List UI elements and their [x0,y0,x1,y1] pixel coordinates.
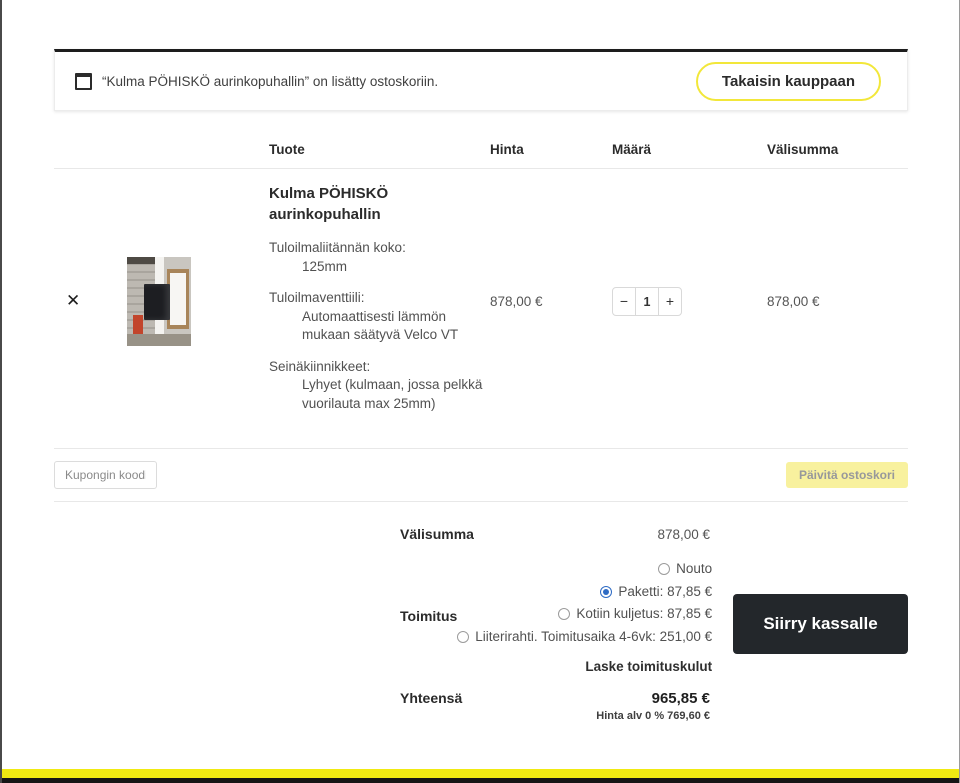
product-attributes: Tuloilmaliitännän koko: 125mm Tuloilmave… [269,239,490,413]
attribute-label: Seinäkiinnikkeet: [269,358,371,374]
quantity-input[interactable] [635,287,659,316]
total-label: Yhteensä [400,690,463,706]
cart-table-header: Tuote Hinta Määrä Välisumma [54,131,908,169]
bottom-yellow-strip [2,769,960,778]
header-subtotal: Välisumma [767,142,839,157]
cart-totals: Välisumma 878,00 € Toimitus Nouto Pakett… [54,502,908,722]
notice-message: “Kulma PÖHISKÖ aurinkopuhallin” on lisät… [102,73,439,89]
shipping-option-liiterirahti[interactable]: Liiterirahti. Toimitusaika 4-6vk: 251,00… [457,626,712,649]
attribute: Tuloilmaliitännän koko: 125mm [269,239,490,276]
radio-icon[interactable] [658,563,671,575]
page-content: “Kulma PÖHISKÖ aurinkopuhallin” on lisät… [54,0,908,722]
update-cart-button[interactable]: Päivitä ostoskori [785,462,908,488]
calculate-shipping-link[interactable]: Laske toimituskulut [457,659,712,674]
subtotal-row: Välisumma 878,00 € [400,526,710,542]
total-value: 965,85 € [651,690,710,707]
coupon-code-input[interactable] [54,461,157,489]
item-price: 878,00 € [490,294,543,309]
radio-icon[interactable] [457,630,470,643]
radio-icon[interactable] [558,608,571,620]
quantity-decrease-button[interactable]: − [612,287,636,316]
attribute-value: 125mm [302,258,348,274]
attribute-label: Tuloilmaventtiili: [269,290,365,305]
shipping-options: Nouto Paketti: 87,85 € Kotiin kuljetus: … [457,558,712,674]
bottom-dark-strip [2,778,960,783]
added-to-cart-notice: “Kulma PÖHISKÖ aurinkopuhallin” on lisät… [54,49,908,111]
attribute-value: Automaattisesti lämmön mukaan säätyvä Ve… [302,308,459,343]
header-product: Tuote [269,142,305,157]
attribute: Seinäkiinnikkeet: Lyhyet (kulmaan, jossa… [269,358,490,414]
item-subtotal: 878,00 € [767,294,820,309]
product-name-link[interactable]: Kulma PÖHISKÖ aurinkopuhallin [269,183,429,225]
checkout-button[interactable]: Siirry kassalle [733,594,908,654]
cart-item-row: ✕ Kulma PÖHISKÖ aurinkopuhallin Tuloilma… [54,169,908,449]
shipping-label: Toimitus [400,608,458,624]
tax-note: Hinta alv 0 % 769,60 € [596,710,710,722]
shipping-option-nouto[interactable]: Nouto [457,558,712,581]
attribute: Tuloilmaventtiili: Automaattisesti lämmö… [269,289,490,345]
radio-icon[interactable] [600,585,613,598]
header-price: Hinta [490,142,524,157]
shipping-option-kotiin-kuljetus[interactable]: Kotiin kuljetus: 87,85 € [457,603,712,626]
quantity-increase-button[interactable]: + [658,287,682,316]
attribute-label: Tuloilmaliitännän koko: [269,240,406,255]
subtotal-value: 878,00 € [657,527,710,542]
product-image[interactable] [127,257,191,346]
remove-item-icon[interactable]: ✕ [54,291,80,310]
shipping-option-paketti[interactable]: Paketti: 87,85 € [457,581,712,604]
cart-page: { "notice": { "message": "“Kulma PÖHISKÖ… [0,0,960,783]
subtotal-label: Välisumma [400,526,474,542]
quantity-stepper: − + [612,287,767,316]
window-icon [75,72,92,90]
attribute-value: Lyhyet (kulmaan, jossa pelkkä vuorilauta… [302,377,483,411]
total-row: Yhteensä 965,85 € Hinta alv 0 % 769,60 € [400,690,710,722]
header-quantity: Määrä [612,142,652,157]
coupon-row: Päivitä ostoskori [54,449,908,502]
back-to-shop-button[interactable]: Takaisin kauppaan [695,61,881,101]
shipping-row: Toimitus Nouto Paketti: 87,85 € Kotiin k… [400,558,712,674]
